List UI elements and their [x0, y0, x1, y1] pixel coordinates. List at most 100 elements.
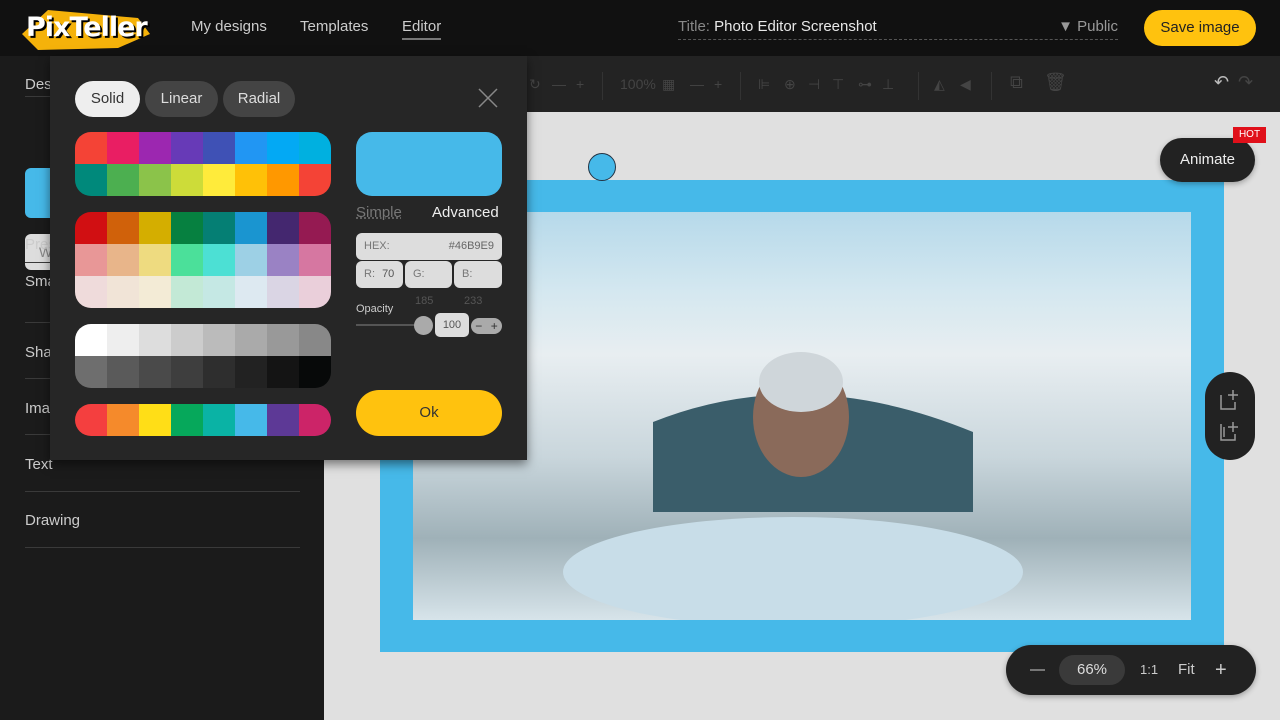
green-field[interactable]: G: 185 — [405, 261, 452, 307]
sidebar-item-drawing[interactable]: Drawing — [25, 512, 80, 529]
zoom-out-button[interactable]: — — [1030, 645, 1045, 695]
red-field[interactable]: R: 70 — [356, 261, 403, 288]
color-swatch[interactable] — [75, 132, 107, 164]
color-swatch[interactable] — [75, 164, 107, 196]
zoom-level[interactable]: 66% — [1059, 655, 1125, 685]
color-swatch[interactable] — [139, 356, 171, 388]
color-swatch[interactable] — [171, 356, 203, 388]
color-swatch[interactable] — [267, 164, 299, 196]
rotate-plus-icon[interactable]: + — [576, 76, 584, 92]
color-swatch[interactable] — [75, 244, 107, 276]
align-center-icon[interactable]: ⊕ — [784, 76, 796, 93]
flip-vertical-icon[interactable]: ◀ — [960, 76, 971, 93]
color-swatch[interactable] — [171, 324, 203, 356]
color-swatch[interactable] — [203, 324, 235, 356]
color-swatch[interactable] — [139, 164, 171, 196]
rotate-icon[interactable]: ↻ — [529, 76, 541, 93]
color-swatch[interactable] — [235, 164, 267, 196]
color-swatch[interactable] — [171, 404, 203, 436]
color-swatch[interactable] — [203, 404, 235, 436]
color-swatch[interactable] — [107, 132, 139, 164]
color-swatch[interactable] — [203, 132, 235, 164]
color-swatch[interactable] — [75, 276, 107, 308]
color-swatch[interactable] — [139, 324, 171, 356]
zoom-in-button[interactable]: + — [1215, 645, 1227, 695]
align-middle-icon[interactable]: ⊶ — [858, 76, 872, 93]
color-swatch[interactable] — [203, 164, 235, 196]
color-swatch[interactable] — [235, 132, 267, 164]
tab-linear[interactable]: Linear — [145, 81, 218, 117]
color-swatch[interactable] — [267, 356, 299, 388]
color-swatch[interactable] — [235, 356, 267, 388]
color-swatch[interactable] — [235, 404, 267, 436]
color-swatch[interactable] — [203, 244, 235, 276]
rotate-minus-icon[interactable]: — — [552, 76, 566, 92]
resize-handle[interactable] — [588, 153, 616, 181]
ok-button[interactable]: Ok — [356, 390, 502, 436]
color-swatch[interactable] — [299, 132, 331, 164]
color-swatch[interactable] — [75, 324, 107, 356]
sidebar-item-shapes[interactable]: Sha — [25, 344, 52, 361]
color-swatch[interactable] — [139, 404, 171, 436]
color-swatch[interactable] — [299, 212, 331, 244]
opacity-decrement[interactable]: − — [471, 318, 487, 334]
color-swatch[interactable] — [107, 164, 139, 196]
align-bottom-icon[interactable]: ⊥ — [882, 76, 894, 93]
color-swatch[interactable] — [75, 356, 107, 388]
visibility-dropdown[interactable]: ▼ Public — [1058, 10, 1118, 44]
color-swatch[interactable] — [299, 276, 331, 308]
logo[interactable]: PixTeller — [18, 4, 153, 52]
color-swatch[interactable] — [299, 244, 331, 276]
color-swatch[interactable] — [235, 276, 267, 308]
transparency-icon[interactable]: ▦ — [662, 76, 675, 93]
color-swatch[interactable] — [107, 324, 139, 356]
color-swatch[interactable] — [235, 244, 267, 276]
color-swatch[interactable] — [203, 276, 235, 308]
color-swatch[interactable] — [107, 276, 139, 308]
duplicate-page-icon[interactable] — [1220, 422, 1238, 441]
tab-radial[interactable]: Radial — [223, 81, 295, 117]
red-value[interactable]: 70 — [382, 268, 394, 280]
nav-my-designs[interactable]: My designs — [191, 18, 267, 35]
sidebar-item-text[interactable]: Text — [25, 456, 53, 473]
color-swatch[interactable] — [107, 404, 139, 436]
close-icon[interactable] — [476, 86, 500, 110]
color-swatch[interactable] — [171, 276, 203, 308]
color-swatch[interactable] — [107, 356, 139, 388]
blue-field[interactable]: B: 233 — [454, 261, 502, 307]
color-swatch[interactable] — [139, 244, 171, 276]
redo-icon[interactable]: ↷ — [1238, 72, 1253, 93]
save-image-button[interactable]: Save image — [1144, 10, 1256, 46]
color-swatch[interactable] — [299, 404, 331, 436]
color-swatch[interactable] — [171, 212, 203, 244]
color-swatch[interactable] — [75, 404, 107, 436]
color-swatch[interactable] — [299, 356, 331, 388]
color-swatch[interactable] — [267, 404, 299, 436]
animate-button[interactable]: Animate — [1160, 138, 1255, 182]
color-swatch[interactable] — [75, 212, 107, 244]
undo-icon[interactable]: ↶ — [1214, 72, 1229, 93]
align-left-icon[interactable]: ⊫ — [758, 76, 770, 93]
opacity-input[interactable]: 100 — [435, 313, 469, 337]
nav-editor[interactable]: Editor — [402, 18, 442, 40]
trash-icon[interactable]: 🗑 — [1044, 72, 1067, 93]
hex-field[interactable]: HEX: #46B9E9 — [356, 233, 502, 260]
color-swatch[interactable] — [171, 164, 203, 196]
color-swatch[interactable] — [267, 324, 299, 356]
color-swatch[interactable] — [139, 132, 171, 164]
tab-solid[interactable]: Solid — [75, 81, 140, 117]
align-right-icon[interactable]: ⊣ — [808, 76, 820, 93]
mode-simple[interactable]: Simple — [356, 204, 402, 221]
color-swatch[interactable] — [107, 244, 139, 276]
sidebar-item-design[interactable]: Des — [25, 76, 52, 93]
nav-templates[interactable]: Templates — [300, 18, 368, 35]
green-value[interactable]: 185 — [415, 295, 433, 307]
color-swatch[interactable] — [267, 132, 299, 164]
title-input[interactable]: Photo Editor Screenshot — [714, 18, 877, 35]
opacity-plus-icon[interactable]: + — [714, 76, 722, 92]
color-swatch[interactable] — [235, 324, 267, 356]
color-swatch[interactable] — [203, 356, 235, 388]
zoom-fit-button[interactable]: Fit — [1178, 645, 1195, 695]
color-swatch[interactable] — [267, 212, 299, 244]
hex-value[interactable]: #46B9E9 — [449, 233, 494, 260]
